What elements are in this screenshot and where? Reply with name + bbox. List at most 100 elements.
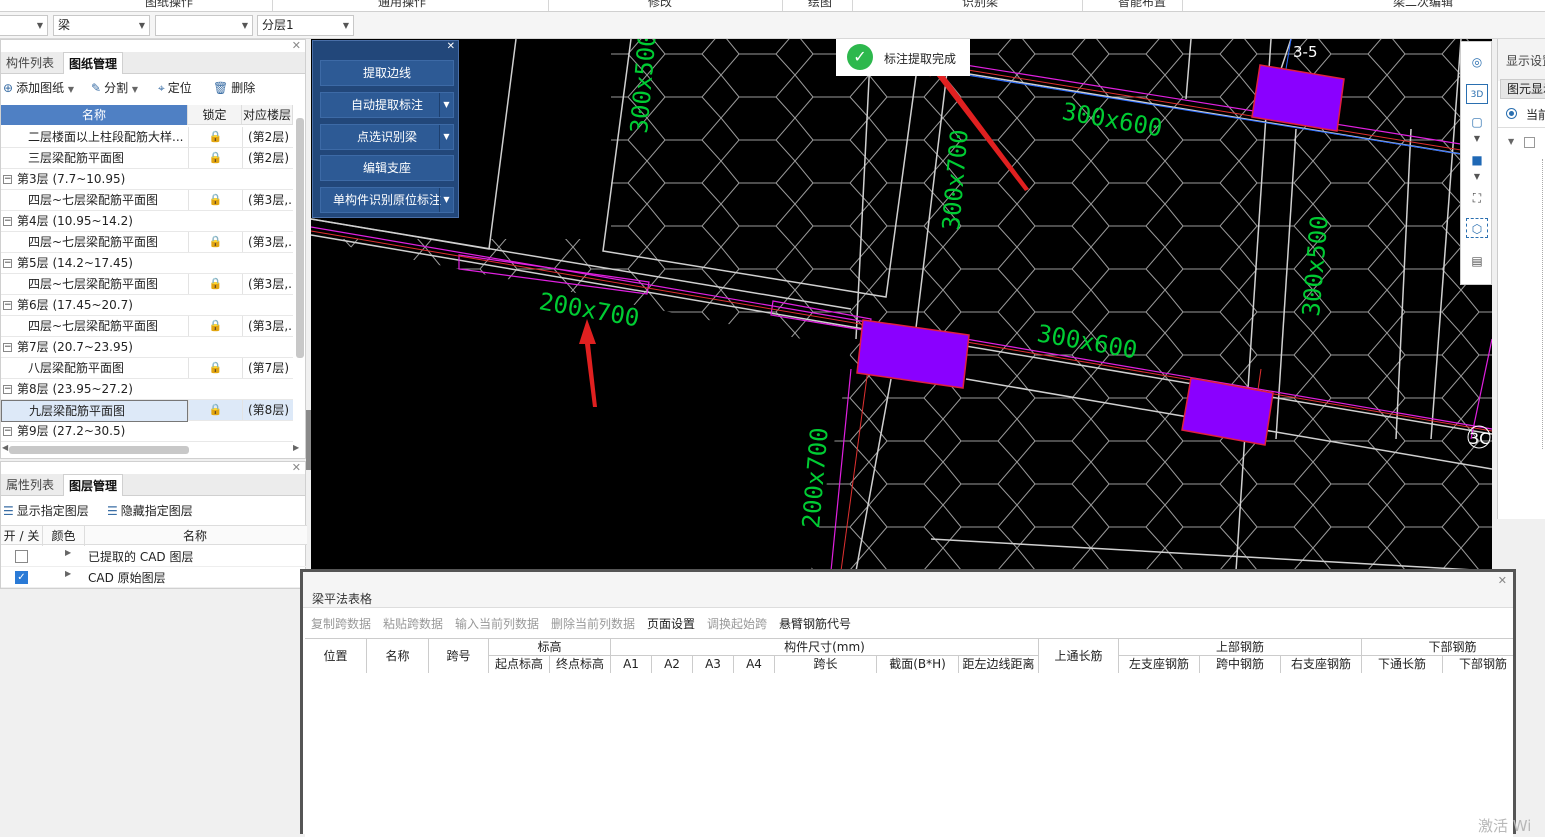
ribbon-section-identify-beam[interactable]: 识别梁 <box>962 0 998 10</box>
column-edge-distance[interactable]: 距左边线距离 <box>959 656 1039 673</box>
lock-icon[interactable]: 🔒 <box>188 400 242 420</box>
tab-property-list[interactable]: 属性列表 <box>1 474 59 496</box>
page-setup-button[interactable]: 页面设置 <box>647 615 695 632</box>
lock-icon[interactable]: 🔒 <box>188 358 242 378</box>
collapse-icon[interactable]: − <box>3 175 12 184</box>
ribbon-section-beam-edit[interactable]: 梁二次编辑 <box>1393 0 1453 10</box>
floor-group-row[interactable]: − 第3层 (7.7~10.95) <box>1 169 293 190</box>
lock-icon[interactable]: 🔒 <box>188 274 242 294</box>
layer-split-combo[interactable]: 分层1 ▼ <box>257 15 354 36</box>
collapse-icon[interactable]: − <box>3 259 12 268</box>
drawing-row[interactable]: 四层~七层梁配筋平面图 🔒(第3层,... <box>1 274 293 295</box>
copy-span-data-button[interactable]: 复制跨数据 <box>311 615 371 632</box>
collapse-icon[interactable]: − <box>3 217 12 226</box>
column-a2[interactable]: A2 <box>652 656 693 673</box>
drawing-row[interactable]: 四层~七层梁配筋平面图 🔒(第3层,... <box>1 316 293 337</box>
column-a4[interactable]: A4 <box>734 656 775 673</box>
close-icon[interactable]: ✕ <box>1498 574 1507 587</box>
tab-element-display[interactable]: 图元显示 <box>1500 79 1545 99</box>
chevron-down-icon[interactable]: ▼ <box>439 125 453 149</box>
hide-layer-button[interactable]: ☰ 隐藏指定图层 <box>107 501 193 521</box>
column-bottom-through[interactable]: 下通长筋 <box>1362 656 1443 673</box>
ribbon-section-draw[interactable]: 绘图 <box>808 0 832 10</box>
layer-toggle-checkbox-checked[interactable]: ✓ <box>15 571 28 584</box>
expand-arrow-icon[interactable]: ▶ <box>65 569 71 578</box>
auto-extract-annotation-button[interactable]: 自动提取标注 ▼ <box>320 92 454 118</box>
collapse-icon[interactable]: − <box>3 427 12 436</box>
split-button[interactable]: ✎ 分割 ▼ <box>91 78 138 98</box>
chevron-down-icon[interactable]: ▼ <box>1466 172 1488 182</box>
lock-icon[interactable]: 🔒 <box>188 316 242 336</box>
column-a3[interactable]: A3 <box>693 656 734 673</box>
close-icon[interactable]: ✕ <box>292 39 301 52</box>
cad-canvas[interactable]: 300x500 300x600 300x700 200x700 300x600 … <box>311 39 1492 571</box>
drawing-row[interactable]: 四层~七层梁配筋平面图 🔒(第3层,... <box>1 232 293 253</box>
floor-group-row[interactable]: − 第5层 (14.2~17.45) <box>1 253 293 274</box>
lock-icon[interactable]: 🔒 <box>188 127 242 147</box>
scroll-right-icon[interactable]: ▶ <box>293 443 299 452</box>
drawing-row[interactable]: 四层~七层梁配筋平面图 🔒(第3层,... <box>1 190 293 211</box>
floor-group-row[interactable]: − 第9层 (27.2~30.5) <box>1 421 293 442</box>
ribbon-section-modify[interactable]: 修改 <box>648 0 672 10</box>
ribbon-section-smart-layout[interactable]: 智能布置 <box>1118 0 1166 10</box>
single-identify-annotation-button[interactable]: 单构件识别原位标注 ▼ <box>320 187 454 213</box>
column-name[interactable]: 名称 <box>367 639 429 673</box>
column-mid-span-rebar[interactable]: 跨中钢筋 <box>1200 656 1281 673</box>
horizontal-scrollbar[interactable] <box>9 446 189 454</box>
layer-row[interactable]: ✓ ▶ CAD 原始图层 <box>1 567 307 588</box>
floor-group-row[interactable]: − 第4层 (10.95~14.2) <box>1 211 293 232</box>
column-right-seat-rebar[interactable]: 右支座钢筋 <box>1281 656 1362 673</box>
show-layer-button[interactable]: ☰ 显示指定图层 <box>3 501 89 521</box>
floor-group-row[interactable]: − 第8层 (23.95~27.2) <box>1 379 293 400</box>
vertical-scrollbar[interactable] <box>296 118 304 358</box>
extract-edge-button[interactable]: 提取边线 <box>320 60 454 86</box>
edit-support-button[interactable]: 编辑支座 <box>320 155 454 181</box>
column-lock[interactable]: 锁定 <box>188 105 242 125</box>
chevron-down-icon[interactable]: ▼ <box>1466 134 1488 144</box>
layer-row[interactable]: ▶ 已提取的 CAD 图层 <box>1 546 307 567</box>
column-start-elevation[interactable]: 起点标高 <box>489 656 550 673</box>
collapse-icon[interactable]: − <box>3 301 12 310</box>
column-floor[interactable]: 对应楼层 <box>242 105 293 125</box>
current-floor-radio[interactable] <box>1506 108 1517 119</box>
floor-group-row[interactable]: − 第6层 (17.45~20.7) <box>1 295 293 316</box>
floor-group-row[interactable]: − 第7层 (20.7~23.95) <box>1 337 293 358</box>
lock-icon[interactable]: 🔒 <box>188 148 242 168</box>
cube-icon[interactable]: ▢ <box>1466 112 1488 132</box>
beam-table-body[interactable] <box>305 673 1513 837</box>
column-bottom-rebar[interactable]: 下部钢筋 <box>1443 656 1513 673</box>
delete-button[interactable]: 🗑 删除 <box>213 78 255 98</box>
add-drawing-button[interactable]: ⊕ 添加图纸 ▼ <box>3 78 74 98</box>
drawing-row[interactable]: 九层梁配筋平面图 🔒 (第8层) <box>1 400 293 422</box>
component-combo[interactable]: ▼ <box>155 15 253 36</box>
fit-view-icon[interactable]: ⛶ <box>1466 188 1488 208</box>
expand-arrow-icon[interactable]: ▼ <box>1508 137 1514 146</box>
drawing-row[interactable]: 二层楼面以上柱段配筋大样... 🔒 (第2层) <box>1 127 293 148</box>
ribbon-section-drawing-ops[interactable]: 图纸操作 <box>145 0 193 10</box>
collapse-icon[interactable]: − <box>3 343 12 352</box>
tab-drawing-management[interactable]: 图纸管理 <box>63 52 124 74</box>
tab-layer-management[interactable]: 图层管理 <box>63 474 124 496</box>
column-position[interactable]: 位置 <box>305 639 367 673</box>
paste-span-data-button[interactable]: 粘贴跨数据 <box>383 615 443 632</box>
column-section[interactable]: 截面(B*H) <box>877 656 959 673</box>
scroll-left-icon[interactable]: ◀ <box>2 443 8 452</box>
collapse-icon[interactable]: − <box>3 385 12 394</box>
locate-button[interactable]: ⌖ 定位 <box>158 78 192 98</box>
cantilever-rebar-code-button[interactable]: 悬臂钢筋代号 <box>779 615 851 632</box>
column-top-through[interactable]: 上通长筋 <box>1039 639 1119 673</box>
tab-component-list[interactable]: 构件列表 <box>1 52 59 74</box>
layer-toggle-checkbox[interactable] <box>15 550 28 563</box>
floor-combo[interactable]: ▼ <box>0 15 48 36</box>
property-sheet-icon[interactable]: ▤ <box>1466 251 1488 271</box>
orbit-icon[interactable]: ◎ <box>1466 52 1488 72</box>
ribbon-section-general-ops[interactable]: 通用操作 <box>378 0 426 10</box>
expand-arrow-icon[interactable]: ▶ <box>65 548 71 557</box>
chevron-down-icon[interactable]: ▼ <box>439 93 453 117</box>
lock-icon[interactable]: 🔒 <box>188 190 242 210</box>
solid-cube-icon[interactable]: ■ <box>1466 150 1488 170</box>
chevron-down-icon[interactable]: ▼ <box>439 188 453 212</box>
column-a1[interactable]: A1 <box>611 656 652 673</box>
close-icon[interactable]: ✕ <box>447 41 455 52</box>
select-box-icon[interactable]: ⬡ <box>1466 218 1488 238</box>
